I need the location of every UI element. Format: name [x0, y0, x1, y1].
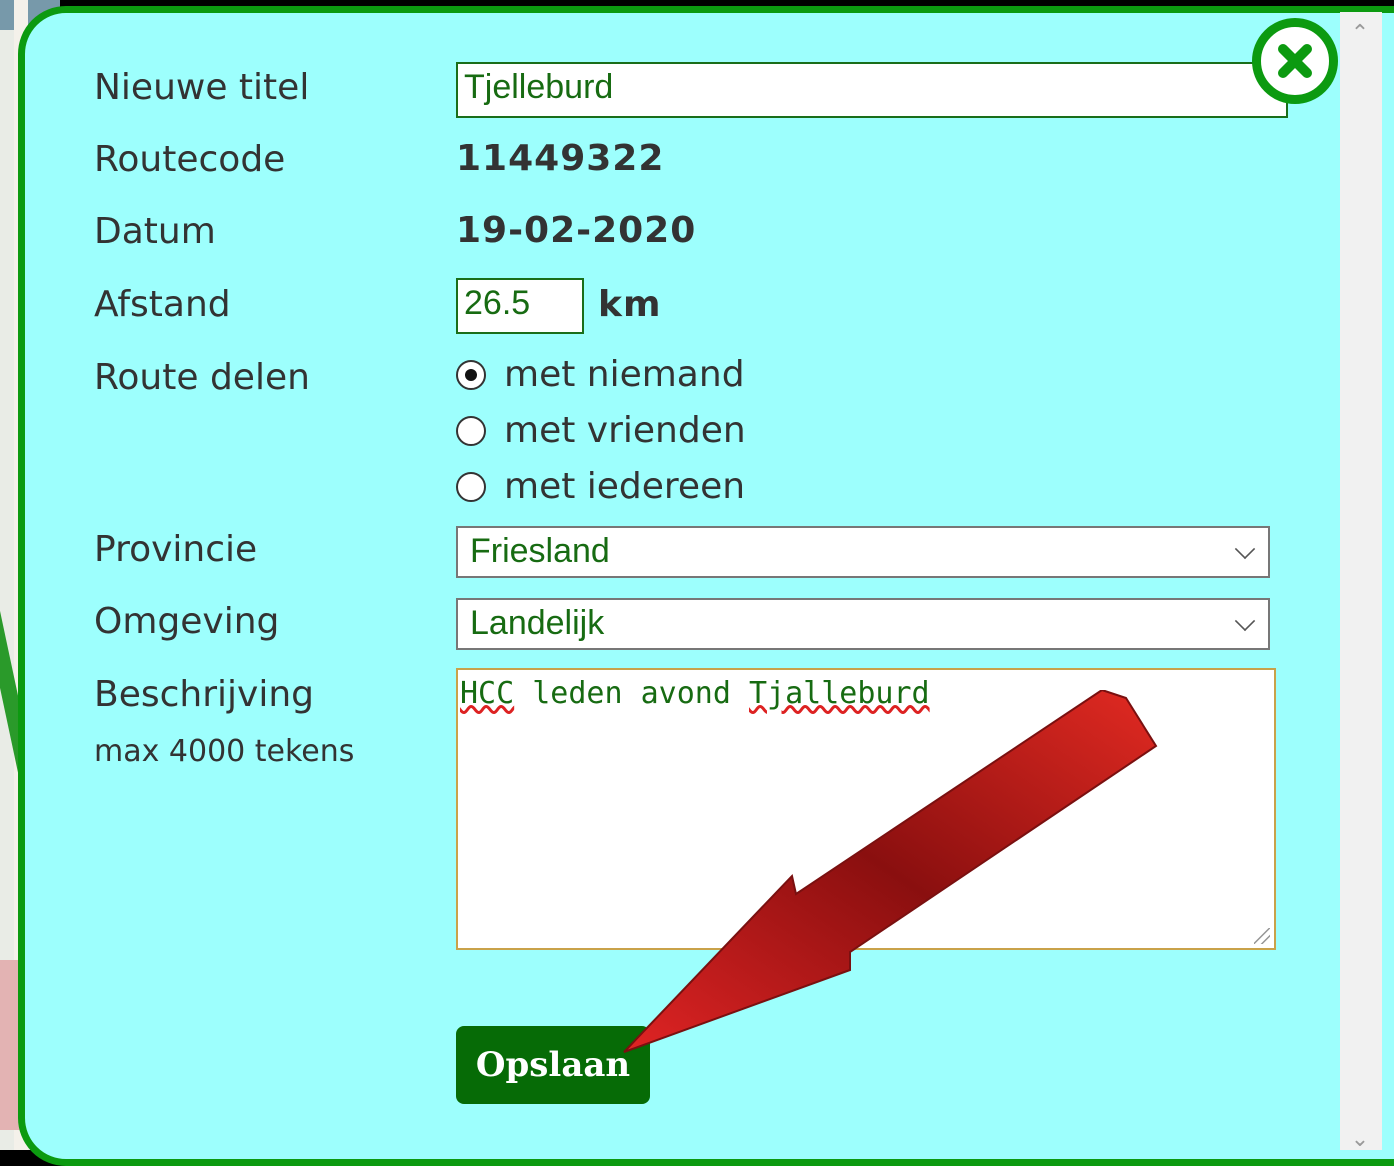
description-word-misspelled: HCC [460, 676, 515, 711]
date-value: 19-02-2020 [456, 210, 697, 251]
description-hint: max 4000 tekens [94, 734, 355, 769]
distance-input[interactable]: 26.5 [456, 278, 584, 334]
arrow-shape [623, 690, 1158, 1053]
chevron-down-icon [1234, 610, 1256, 632]
province-select[interactable]: Friesland [456, 526, 1270, 578]
title-input[interactable]: Tjelleburd [456, 62, 1288, 118]
description-label: Beschrijving [94, 674, 314, 715]
environment-label: Omgeving [94, 601, 280, 642]
share-option-everyone[interactable]: met iedereen [456, 466, 745, 507]
share-option-label: met iedereen [504, 466, 746, 507]
radio-selected[interactable] [456, 359, 486, 390]
share-option-friends[interactable]: met vrienden [456, 410, 746, 451]
distance-unit: km [598, 284, 662, 325]
red-arrow-annotation [623, 690, 1158, 1053]
share-option-nobody[interactable]: met niemand [456, 354, 745, 395]
routecode-value: 11449322 [456, 138, 665, 179]
title-label: Nieuwe titel [94, 67, 310, 108]
scrollbar[interactable]: ⌃ ⌄ [1340, 12, 1382, 1151]
share-label: Route delen [94, 357, 310, 398]
scroll-down-icon[interactable]: ⌄ [1350, 1129, 1370, 1151]
routecode-label: Routecode [94, 139, 286, 180]
province-selected-value: Friesland [470, 532, 610, 570]
province-label: Provincie [94, 529, 258, 570]
share-option-label: met niemand [504, 354, 745, 395]
environment-selected-value: Landelijk [470, 604, 605, 642]
chevron-down-icon [1234, 538, 1256, 560]
close-x-icon [1278, 44, 1312, 78]
radio-unselected[interactable] [456, 471, 486, 502]
date-label: Datum [94, 211, 216, 252]
environment-select[interactable]: Landelijk [456, 598, 1270, 650]
scroll-up-icon[interactable]: ⌃ [1350, 23, 1370, 45]
resize-handle-icon[interactable] [1254, 928, 1270, 944]
distance-label: Afstand [94, 284, 231, 325]
share-option-label: met vrienden [504, 410, 746, 451]
radio-unselected[interactable] [456, 415, 486, 446]
close-button[interactable] [1252, 18, 1338, 104]
scrollbar-thumb[interactable] [1344, 56, 1376, 1116]
